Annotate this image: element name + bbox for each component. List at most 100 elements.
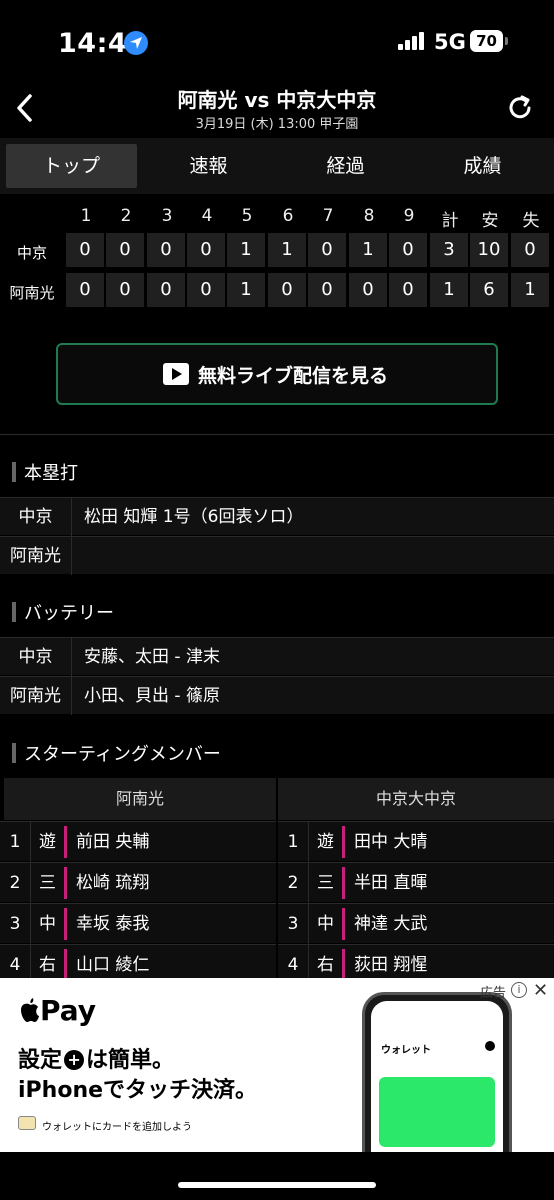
col-header: 2 [120, 206, 132, 226]
homerun-row: 阿南光 [0, 536, 554, 575]
player-name: 松崎 琉翔 [76, 873, 150, 893]
page-title: 阿南光 vs 中京大中京 [177, 88, 377, 112]
score-cell: 1 [511, 273, 549, 307]
homerun-row: 中京 松田 知輝 1号（6回表ソロ） [0, 497, 554, 536]
player-name: 神達 大武 [354, 914, 428, 934]
battery-row: 中京 安藤、太田 - 津末 [0, 637, 554, 676]
home-indicator [178, 1182, 376, 1188]
player-name: 半田 直暉 [354, 873, 428, 893]
col-header-total: 計 [441, 211, 459, 231]
lineup-row[interactable]: 1 遊前田 央輔 [0, 821, 276, 862]
status-bar: 14:42 5G 70 [0, 0, 554, 80]
col-header: 8 [363, 206, 375, 226]
section-label: 本塁打 [24, 463, 78, 484]
apple-pay-logo: Pay [18, 994, 96, 1027]
score-cell: 0 [106, 273, 144, 307]
col-header: 5 [241, 206, 253, 226]
info-icon[interactable]: i [511, 982, 527, 998]
score-cell: 0 [66, 233, 104, 267]
tab-progress[interactable]: 経過 [280, 144, 411, 188]
score-cell: 0 [187, 233, 225, 267]
row-team: 中京 [0, 498, 72, 536]
lineup-row[interactable]: 2 三半田 直暉 [278, 862, 554, 903]
player-name: 田中 大晴 [354, 832, 428, 852]
tab-breaking[interactable]: 速報 [143, 144, 274, 188]
row-team: 阿南光 [0, 537, 72, 575]
lineup-row[interactable]: 3 中神達 大武 [278, 903, 554, 944]
row-value: 小田、貝出 - 篠原 [84, 686, 220, 706]
location-arrow-icon [124, 31, 148, 55]
batting-order: 2 [9, 873, 21, 893]
player-name: 幸坂 泰我 [76, 914, 150, 934]
team-color-bar [64, 867, 67, 899]
section-title-lineup: スターティングメンバー [12, 743, 221, 767]
ad-label: 広告 [480, 986, 507, 1001]
refresh-button[interactable] [504, 92, 536, 124]
team-color-bar [64, 826, 67, 858]
position: 三 [30, 863, 64, 903]
team-color-bar [64, 949, 67, 981]
score-cell: 0 [308, 273, 346, 307]
team-color-bar [342, 826, 345, 858]
col-header: 9 [403, 206, 415, 226]
score-cell: 1 [349, 233, 387, 267]
col-header: 7 [322, 206, 334, 226]
score-cell: 0 [147, 233, 185, 267]
play-icon [163, 363, 189, 385]
score-cell: 0 [268, 273, 306, 307]
col-header: 6 [282, 206, 294, 226]
team-color-bar [342, 949, 345, 981]
phone-screen: ウォレット [371, 1001, 503, 1153]
position: 遊 [30, 822, 64, 862]
team-color-bar [342, 867, 345, 899]
score-cell: 0 [389, 273, 427, 307]
col-header-errors: 失 [522, 211, 540, 231]
score-cell: 3 [430, 233, 468, 267]
batting-order: 2 [287, 873, 299, 893]
tab-top[interactable]: トップ [6, 144, 137, 188]
lineup-row[interactable]: 1 遊田中 大晴 [278, 821, 554, 862]
team-color-bar [64, 908, 67, 940]
section-title-homerun: 本塁打 [12, 462, 78, 486]
tab-stats[interactable]: 成績 [417, 144, 548, 188]
ad-headline-2: iPhoneでタッチ決済。 [18, 1078, 258, 1103]
row-team: 阿南光 [0, 677, 72, 715]
score-cell: 0 [106, 233, 144, 267]
watch-live-button[interactable]: 無料ライブ配信を見る [56, 343, 498, 405]
lineup-team-right: 中京大中京 [278, 778, 554, 820]
score-cell: 1 [227, 273, 265, 307]
tab-bar: トップ 速報 経過 成績 [0, 138, 554, 194]
ad-banner[interactable]: Pay 設定 + は簡単。 iPhoneでタッチ決済。 ウォレットにカードを追加しよ… [0, 978, 554, 1154]
lineup-row[interactable]: 3 中幸坂 泰我 [0, 903, 276, 944]
position: 三 [308, 863, 342, 903]
score-cell: 10 [470, 233, 508, 267]
row-value: 安藤、太田 - 津末 [84, 647, 220, 667]
score-cell: 0 [511, 233, 549, 267]
bottom-area [0, 1152, 554, 1200]
battery-tip [505, 37, 508, 45]
team-color-bar [342, 908, 345, 940]
game-info: 3月19日 (木) 13:00 甲子園 [195, 117, 359, 132]
battery-row: 阿南光 小田、貝出 - 篠原 [0, 676, 554, 715]
score-cell: 0 [389, 233, 427, 267]
position: 遊 [308, 822, 342, 862]
lineup-row[interactable]: 2 三松崎 琉翔 [0, 862, 276, 903]
ad-text: は簡単。 [86, 1048, 175, 1073]
score-cell: 1 [227, 233, 265, 267]
score-cell: 0 [349, 273, 387, 307]
score-team-name: 阿南光 [9, 284, 55, 302]
score-team-name: 中京 [16, 244, 47, 262]
battery-icon: 70 [470, 30, 503, 52]
score-cell: 0 [147, 273, 185, 307]
batting-order: 1 [9, 832, 21, 852]
pay-label: Pay [40, 994, 97, 1027]
score-cell: 0 [66, 273, 104, 307]
position: 中 [308, 904, 342, 944]
ad-caption: ウォレットにカードを追加しよう [42, 1122, 192, 1133]
ad-headline-1: 設定 + は簡単。 [18, 1042, 174, 1074]
col-header: 3 [161, 206, 173, 226]
section-title-battery: バッテリー [12, 602, 114, 626]
close-icon[interactable]: ✕ [533, 980, 548, 1001]
col-header: 4 [201, 206, 213, 226]
position: 中 [30, 904, 64, 944]
